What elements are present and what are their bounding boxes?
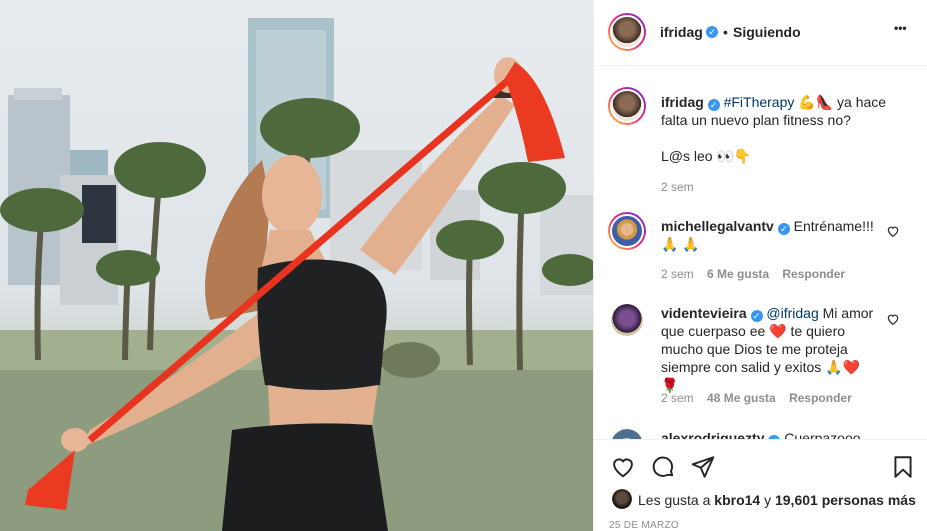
caption-line2-emojis: 👀👇: [716, 148, 752, 164]
photo-scene: [0, 18, 593, 531]
comment-emoji: ❤️: [769, 323, 787, 339]
comment-icon[interactable]: [650, 454, 676, 480]
comment-meta: 2 sem 48 Me gusta Responder: [661, 391, 852, 405]
heart-icon[interactable]: [610, 454, 636, 480]
verified-icon: ✓: [707, 99, 720, 111]
avatar[interactable]: [611, 429, 643, 439]
caption-time[interactable]: 2 sem: [661, 180, 694, 194]
caption-username[interactable]: ifridag: [661, 94, 704, 110]
comment-body: Cuerpazooo: [784, 430, 861, 439]
comment-meta: 2 sem 6 Me gusta Responder: [661, 267, 845, 281]
comment-likes[interactable]: 48 Me gusta: [707, 391, 776, 405]
follow-status-button[interactable]: Siguiendo: [733, 24, 801, 40]
avatar[interactable]: [608, 87, 646, 125]
bookmark-icon[interactable]: [890, 454, 916, 480]
separator-dot: •: [723, 24, 728, 40]
comment-like-icon[interactable]: [886, 312, 900, 326]
likes-prefix: Les gusta a: [638, 492, 711, 508]
comment-username[interactable]: alexrodriguezty: [661, 430, 764, 439]
caption-emojis: 💪👠: [798, 94, 834, 110]
comments-list[interactable]: ifridag ✓ #FiTherapy 💪👠 ya hace falta un…: [594, 67, 927, 439]
comment-time[interactable]: 2 sem: [661, 391, 694, 405]
verified-icon: ✓: [750, 310, 763, 322]
avatar[interactable]: [608, 212, 646, 250]
post-actions: Les gusta a kbro14 y 19,601 personas más…: [594, 439, 927, 531]
comment-like-icon[interactable]: [886, 224, 900, 238]
avatar[interactable]: [611, 304, 643, 336]
caption-line2: L@s leo 👀👇: [661, 147, 751, 165]
avatar[interactable]: [612, 489, 632, 509]
likes-user[interactable]: kbro14: [714, 492, 760, 508]
comment-username[interactable]: michellegalvantv: [661, 218, 774, 234]
post-photo[interactable]: [0, 0, 593, 531]
comment-time[interactable]: 2 sem: [661, 267, 694, 281]
hashtag-link[interactable]: #FiTherapy: [724, 94, 795, 110]
avatar[interactable]: [608, 13, 646, 51]
comment-username[interactable]: videntevieira: [661, 305, 747, 321]
mention-link[interactable]: @ifridag: [766, 305, 818, 321]
post-side-panel: ifridag ✓ • Siguiendo ••• ifridag ✓ #FiT…: [593, 0, 927, 531]
post-date[interactable]: 25 DE MARZO: [609, 520, 679, 531]
post-username[interactable]: ifridag: [660, 24, 703, 40]
comment-text: alexrodriguezty ✓ Cuerpazooo: [661, 429, 881, 439]
verified-icon: ✓: [777, 223, 790, 235]
comment-text: michellegalvantv ✓ Entréname!!! 🙏 🙏: [661, 217, 876, 253]
more-options-icon[interactable]: •••: [894, 21, 907, 35]
likes-mid: y: [764, 492, 772, 508]
likes-count[interactable]: 19,601 personas más: [775, 492, 916, 508]
comment-emojis: 🙏 🙏: [661, 236, 700, 252]
comment-likes[interactable]: 6 Me gusta: [707, 267, 769, 281]
comment-text: videntevieira ✓ @ifridag Mi amor que cue…: [661, 304, 876, 394]
comment-body: Entréname!!!: [793, 218, 874, 234]
reply-button[interactable]: Responder: [782, 267, 845, 281]
verified-icon: ✓: [706, 26, 718, 38]
reply-button[interactable]: Responder: [789, 391, 852, 405]
post-header: ifridag ✓ • Siguiendo •••: [594, 0, 927, 66]
share-icon[interactable]: [690, 454, 716, 480]
likes-summary[interactable]: Les gusta a kbro14 y 19,601 personas más: [638, 492, 916, 508]
caption-line2-text: L@s leo: [661, 148, 713, 164]
caption-text: ifridag ✓ #FiTherapy 💪👠 ya hace falta un…: [661, 93, 911, 129]
